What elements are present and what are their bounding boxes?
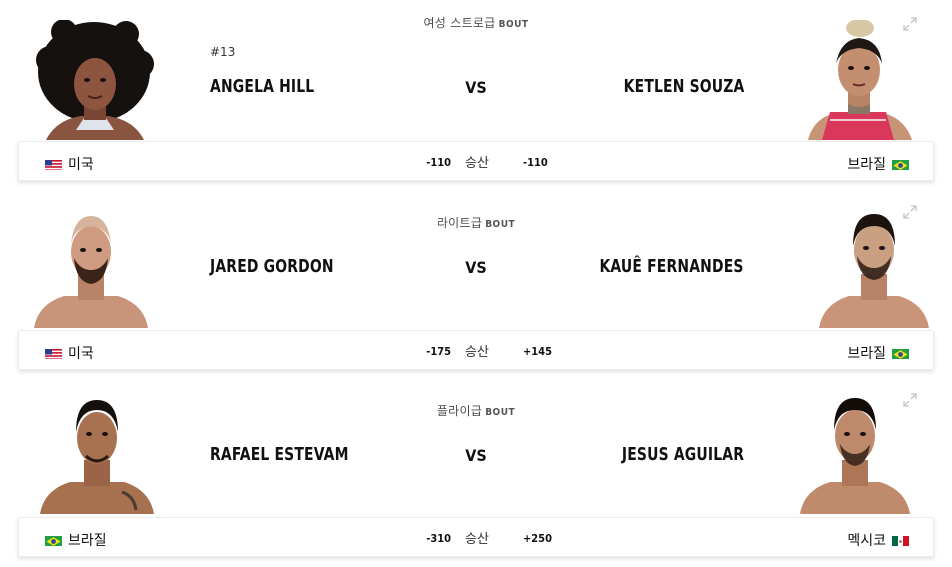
fighter-rank: #13: [210, 45, 236, 59]
mexico-flag-icon: [892, 535, 909, 546]
bout-odds-bar: 브라질 -310 승산 +250 멕시코: [18, 517, 934, 557]
odds-label: 승산: [465, 156, 489, 171]
fighter-name-left[interactable]: ANGELA HILL: [210, 76, 314, 97]
country-right: 멕시코: [847, 530, 909, 550]
weight-class: 라이트급: [436, 216, 483, 230]
weight-class-label: 여성 스트로급 BOUT: [18, 14, 934, 31]
odds-label: 승산: [465, 532, 489, 547]
bout-word: BOUT: [485, 219, 516, 230]
country-right: 브라질: [847, 154, 909, 174]
weight-class-label: 라이트급 BOUT: [18, 214, 934, 231]
odds-label: 승산: [465, 345, 489, 360]
bout-odds-bar: 미국 -110 승산 -110 브라질: [18, 141, 934, 181]
fighter-name-right[interactable]: JESUS AGUILAR: [622, 444, 744, 465]
brazil-flag-icon: [892, 348, 909, 359]
country-name: 미국: [68, 346, 94, 362]
odds-right: +250: [523, 532, 552, 545]
weight-class: 플라이급: [436, 404, 483, 418]
fighter-name-right[interactable]: KETLEN SOUZA: [623, 76, 744, 97]
odds-left: -110: [426, 156, 451, 169]
brazil-flag-icon: [45, 535, 62, 546]
usa-flag-icon: [45, 159, 62, 170]
bout-word: BOUT: [498, 19, 529, 30]
country-name: 브라질: [68, 533, 107, 549]
fighter-portrait-right[interactable]: [800, 20, 918, 140]
country-name: 미국: [68, 157, 94, 173]
odds-left: -310: [426, 532, 451, 545]
country-name: 브라질: [847, 346, 886, 362]
fighter-portrait-left[interactable]: [36, 20, 154, 140]
country-name: 멕시코: [847, 533, 886, 549]
odds-right: -110: [523, 156, 548, 169]
country-left: 브라질: [45, 530, 107, 550]
odds-right: +145: [523, 345, 552, 358]
fighter-portrait-left[interactable]: [38, 394, 156, 514]
fighter-portrait-left[interactable]: [32, 208, 150, 328]
bout-odds-bar: 미국 -175 승산 +145 브라질: [18, 330, 934, 370]
brazil-flag-icon: [892, 159, 909, 170]
fighter-portrait-right[interactable]: [796, 394, 914, 514]
country-name: 브라질: [847, 157, 886, 173]
odds-left: -175: [426, 345, 451, 358]
bout-word: BOUT: [485, 407, 516, 418]
country-left: 미국: [45, 154, 94, 174]
fighter-portrait-right[interactable]: [815, 208, 933, 328]
fighter-name-left[interactable]: JARED GORDON: [210, 256, 334, 277]
fighter-name-left[interactable]: RAFAEL ESTEVAM: [210, 444, 349, 465]
vs-label: VS: [465, 446, 487, 465]
country-right: 브라질: [847, 343, 909, 363]
fighter-name-right[interactable]: KAUÊ FERNANDES: [600, 256, 744, 277]
weight-class: 여성 스트로급: [423, 16, 496, 30]
vs-label: VS: [465, 78, 487, 97]
usa-flag-icon: [45, 348, 62, 359]
country-left: 미국: [45, 343, 94, 363]
vs-label: VS: [465, 258, 487, 277]
